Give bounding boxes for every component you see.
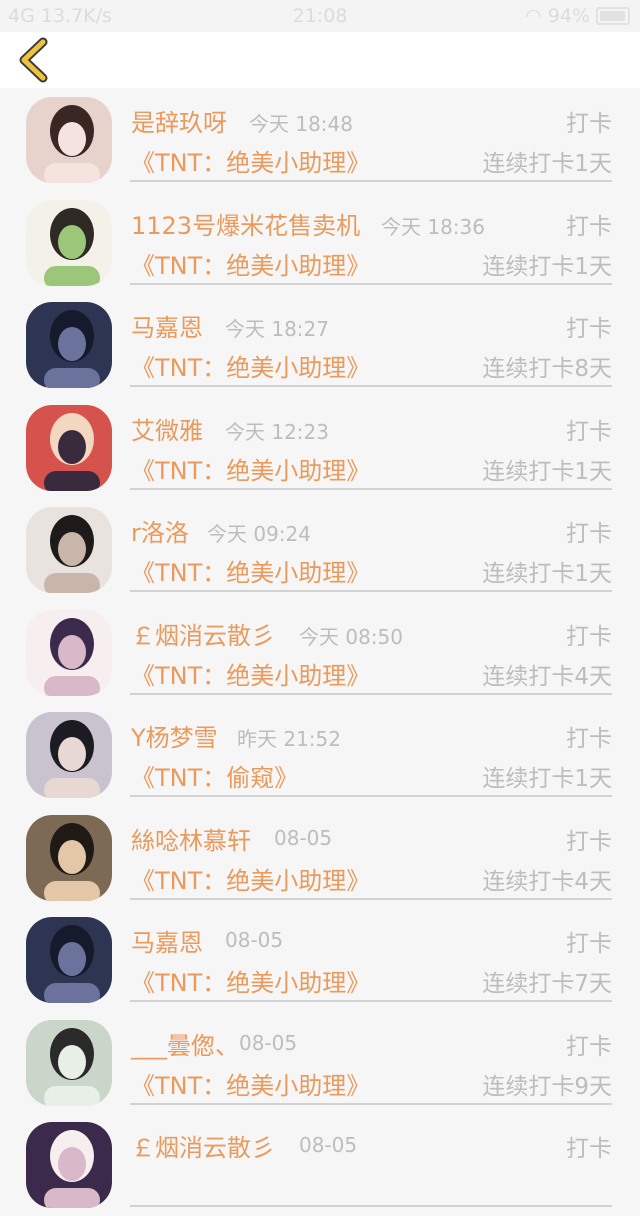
book-title[interactable]: 《TNT：绝美小助理》 [131, 656, 370, 691]
checkin-row[interactable]: ￡烟消云散彡 今天 08:50 打卡《TNT：绝美小助理》 连续打卡4天 [0, 601, 640, 704]
user-name[interactable]: 是辞玖呀 [131, 103, 227, 138]
book-title[interactable]: 《TNT：绝美小助理》 [131, 246, 370, 281]
book-title[interactable]: 《TNT：绝美小助理》 [131, 451, 370, 486]
avatar[interactable] [26, 507, 112, 593]
avatar[interactable] [26, 712, 112, 798]
avatar[interactable] [26, 404, 112, 491]
streak-count: 连续打卡1天 [482, 253, 612, 280]
checkin-row[interactable]: r洛洛 今天 09:24 打卡《TNT：绝美小助理》 连续打卡1天 [0, 498, 640, 601]
wifi-icon: ◠ [525, 5, 542, 27]
checkin-time: 今天 12:23 [225, 419, 329, 444]
checkin-time: 08-05 [274, 825, 333, 850]
streak-count: 连续打卡1天 [482, 151, 612, 177]
checkin-label: 打卡 [566, 1136, 612, 1162]
checkin-label: 打卡 [566, 726, 612, 752]
checkin-row[interactable]: Y杨梦雪 昨天 21:52 打卡《TNT：偷窥》 连续打卡1天 [0, 703, 640, 806]
checkin-row[interactable]: 是辞玖呀 今天 18:48 打卡《TNT：绝美小助理》 连续打卡1天 [0, 88, 640, 191]
book-title[interactable]: 《TNT：绝美小助理》 [131, 348, 370, 383]
book-title[interactable]: 《TNT：绝美小助理》 [131, 861, 370, 896]
checkin-row[interactable]: 艾微雅 今天 12:23 打卡《TNT：绝美小助理》 连续打卡1天 [0, 396, 640, 499]
row-divider [130, 282, 612, 285]
checkin-label: 打卡 [566, 418, 612, 445]
status-bar: 4G 13.7K/s 21:08 ◠ 94% [0, 0, 640, 32]
checkin-label: 打卡 [566, 623, 612, 650]
nav-bar [0, 32, 640, 88]
checkin-row[interactable]: 絲唸林慕轩 08-05 打卡《TNT：绝美小助理》 连续打卡4天 [0, 806, 640, 909]
streak-count: 连续打卡8天 [482, 356, 612, 382]
row-divider [130, 897, 612, 900]
row-divider [130, 1000, 612, 1002]
battery-icon [596, 7, 630, 25]
checkin-list: 是辞玖呀 今天 18:48 打卡 《TNT：绝美小助理》 连续打卡1天 1123号爆米花售… [0, 88, 640, 1216]
status-icons: ◠ 94% [525, 5, 630, 27]
chevron-left-icon [19, 37, 48, 83]
row-divider [130, 590, 612, 592]
user-name[interactable]: 马嘉恩 [131, 308, 203, 343]
row-divider [130, 795, 612, 797]
checkin-label: 打卡 [566, 213, 612, 240]
checkin-row[interactable]: ￡烟消云散彡 08-05 打卡 [0, 1113, 640, 1216]
streak-count: 连续打卡4天 [482, 868, 612, 895]
user-name[interactable]: ￡烟消云散彡 [131, 1128, 275, 1163]
avatar[interactable] [26, 1019, 112, 1106]
book-title[interactable]: 《TNT：偷窥》 [131, 758, 298, 793]
checkin-time: 今天 18:36 [381, 214, 485, 239]
book-title[interactable]: 《TNT：绝美小助理》 [131, 1066, 370, 1101]
checkin-label: 打卡 [566, 1033, 612, 1060]
checkin-row[interactable]: 马嘉恩 今天 18:27 打卡《TNT：绝美小助理》 连续打卡8天 [0, 293, 640, 396]
checkin-label: 打卡 [566, 521, 612, 547]
avatar[interactable] [26, 814, 112, 901]
avatar[interactable] [26, 1122, 112, 1208]
streak-count: 连续打卡1天 [482, 766, 612, 792]
user-name[interactable]: ￡烟消云散彡 [131, 616, 275, 651]
avatar[interactable] [26, 609, 112, 696]
checkin-time: 今天 08:50 [299, 624, 403, 649]
streak-count: 连续打卡1天 [482, 561, 612, 587]
book-title[interactable]: 《TNT：绝美小助理》 [131, 963, 370, 998]
checkin-time: 今天 18:48 [249, 112, 353, 136]
user-name[interactable]: 絲唸林慕轩 [131, 821, 251, 856]
checkin-time: 今天 09:24 [207, 522, 311, 546]
checkin-label: 打卡 [566, 316, 612, 342]
user-name[interactable]: 艾微雅 [131, 411, 203, 446]
checkin-label: 打卡 [566, 931, 612, 957]
user-name[interactable]: r洛洛 [131, 513, 189, 548]
row-divider [130, 487, 612, 490]
checkin-row[interactable]: ___曇偬、 08-05 打卡《TNT：绝美小助理》 连续打卡9天 [0, 1011, 640, 1114]
row-divider [130, 385, 612, 387]
checkin-time: 昨天 21:52 [237, 727, 341, 751]
user-name[interactable]: Y杨梦雪 [131, 718, 218, 753]
checkin-label: 打卡 [566, 111, 612, 137]
book-title[interactable]: 《TNT：绝美小助理》 [131, 143, 370, 178]
streak-count: 连续打卡1天 [482, 458, 612, 485]
row-divider [130, 1205, 612, 1207]
avatar[interactable] [26, 917, 112, 1003]
back-button[interactable] [12, 36, 60, 84]
user-name[interactable]: ___曇偬、 [131, 1026, 239, 1061]
streak-count: 连续打卡9天 [482, 1073, 612, 1100]
row-divider [130, 692, 612, 695]
user-name[interactable]: 1123号爆米花售卖机 [131, 206, 360, 241]
streak-count: 连续打卡7天 [482, 971, 612, 997]
avatar[interactable] [26, 97, 112, 183]
row-divider [130, 1102, 612, 1105]
avatar[interactable] [26, 302, 112, 388]
checkin-row[interactable]: 1123号爆米花售卖机 今天 18:36 打卡《TNT：绝美小助理》 连续打卡1天 [0, 191, 640, 294]
user-name[interactable]: 马嘉恩 [131, 923, 203, 958]
battery-percent: 94% [547, 5, 590, 27]
row-divider [130, 180, 612, 182]
streak-count: 连续打卡4天 [482, 663, 612, 690]
checkin-row[interactable]: 马嘉恩 08-05 打卡《TNT：绝美小助理》 连续打卡7天 [0, 908, 640, 1011]
avatar[interactable] [26, 199, 112, 286]
checkin-time: 08-05 [225, 928, 284, 952]
checkin-time: 08-05 [239, 1030, 298, 1055]
checkin-time: 08-05 [299, 1133, 358, 1157]
checkin-time: 今天 18:27 [225, 317, 329, 341]
checkin-label: 打卡 [566, 828, 612, 855]
book-title[interactable]: 《TNT：绝美小助理》 [131, 553, 370, 588]
